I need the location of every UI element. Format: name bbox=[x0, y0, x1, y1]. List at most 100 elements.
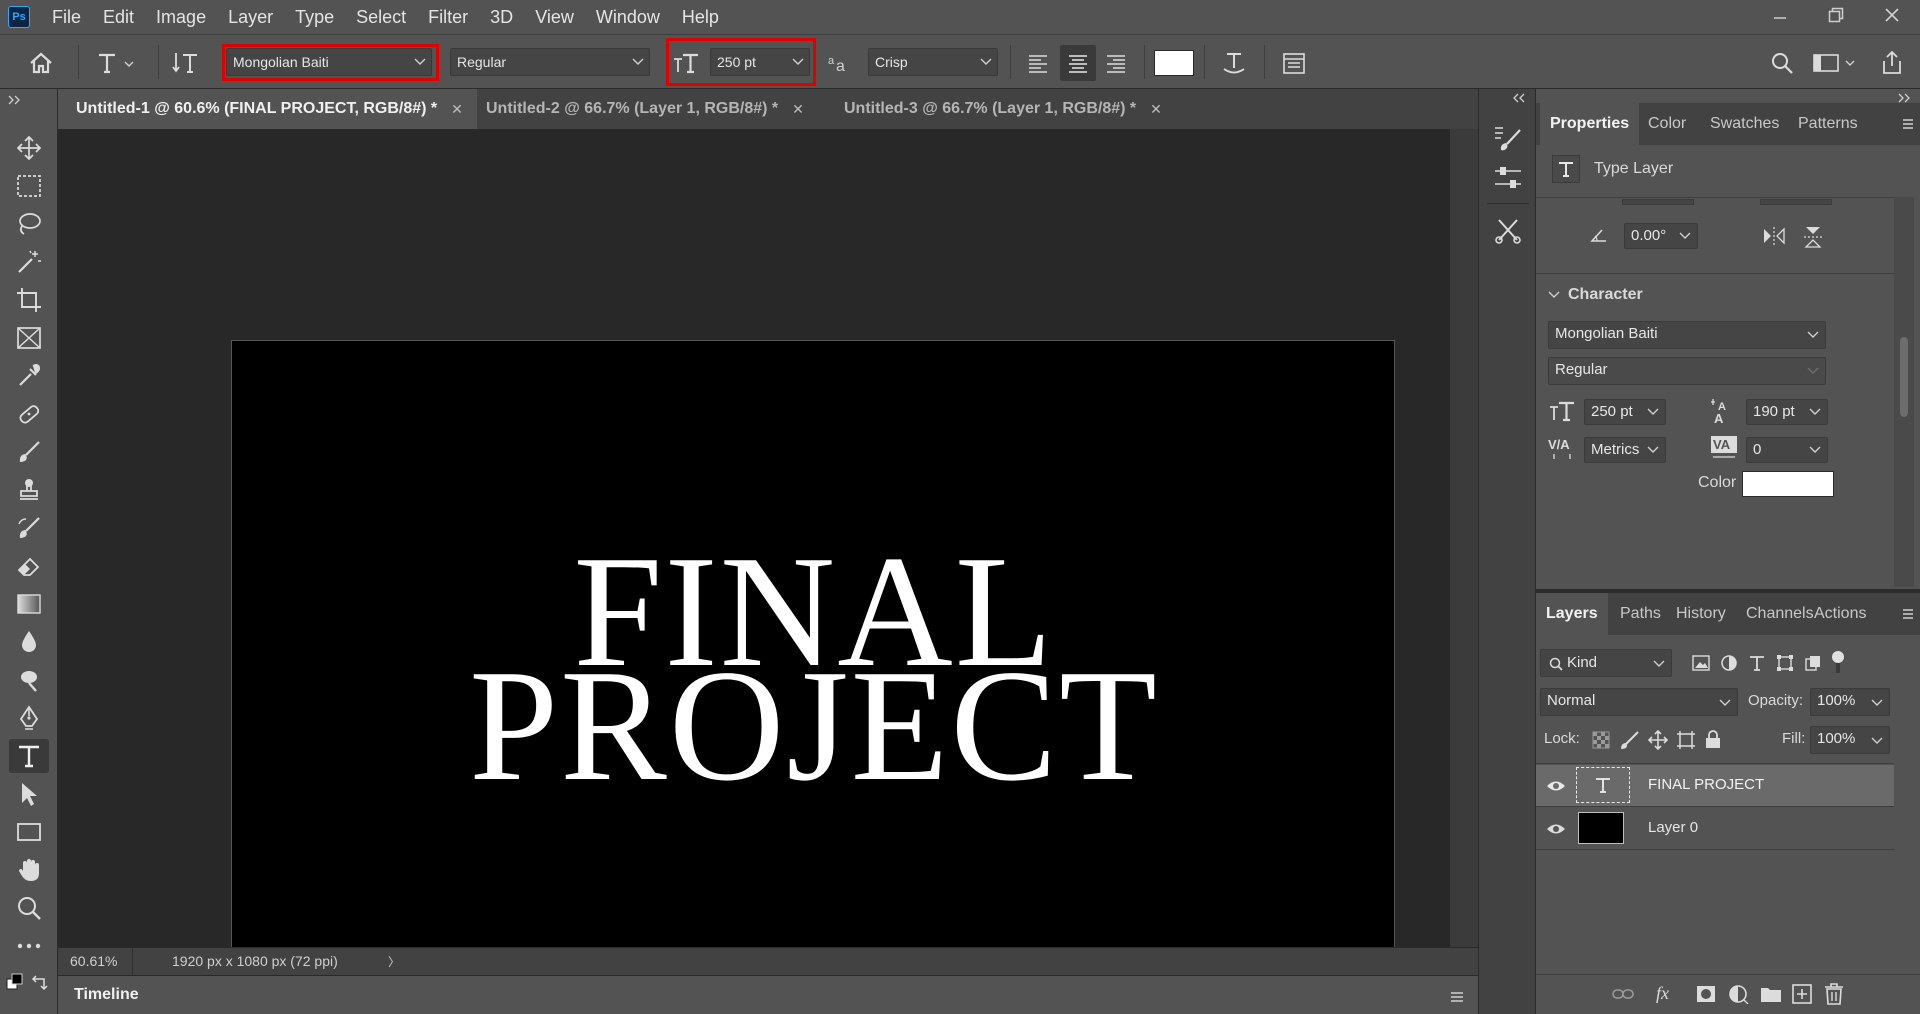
character-color-swatch[interactable] bbox=[1742, 471, 1834, 497]
marquee-tool[interactable] bbox=[9, 169, 49, 203]
menu-view[interactable]: View bbox=[524, 0, 585, 34]
document-canvas[interactable]: FINAL PROJECT bbox=[231, 340, 1395, 994]
lasso-tool[interactable] bbox=[9, 207, 49, 241]
chevron-down-icon[interactable] bbox=[1548, 291, 1560, 299]
tab-patterns[interactable]: Patterns bbox=[1798, 103, 1858, 145]
canvas-workspace[interactable]: FINAL PROJECT bbox=[58, 129, 1450, 994]
brush-tool[interactable] bbox=[9, 435, 49, 469]
lock-image-pixels-icon[interactable] bbox=[1620, 730, 1640, 750]
tab-untitled-3[interactable]: Untitled-3 @ 66.7% (Layer 1, RGB/8#) * ✕ bbox=[826, 89, 1176, 129]
collapse-panel-icon[interactable] bbox=[1513, 93, 1527, 103]
character-font-size-input[interactable]: 250 pt bbox=[1584, 399, 1666, 425]
vertical-scrollbar[interactable] bbox=[1450, 129, 1478, 947]
tab-untitled-1[interactable]: Untitled-1 @ 60.6% (FINAL PROJECT, RGB/8… bbox=[58, 89, 477, 129]
filter-toggle-switch[interactable] bbox=[1832, 651, 1844, 675]
layer-name[interactable]: FINAL PROJECT bbox=[1648, 776, 1764, 793]
flip-horizontal-button[interactable] bbox=[1762, 225, 1786, 247]
leading-input[interactable]: 190 pt bbox=[1746, 399, 1828, 425]
eye-icon[interactable] bbox=[1546, 822, 1566, 836]
new-layer-icon[interactable] bbox=[1792, 984, 1812, 1004]
type-tool[interactable] bbox=[9, 739, 49, 773]
menu-layer[interactable]: Layer bbox=[217, 0, 284, 34]
expand-panel-icon[interactable] bbox=[8, 95, 22, 105]
tab-actions[interactable]: Actions bbox=[1814, 593, 1866, 635]
fill-input[interactable]: 100% bbox=[1810, 726, 1890, 754]
panel-menu-icon[interactable] bbox=[1902, 119, 1914, 129]
eyedropper-tool[interactable] bbox=[9, 359, 49, 393]
align-center-button[interactable] bbox=[1060, 45, 1096, 81]
menu-select[interactable]: Select bbox=[345, 0, 417, 34]
menu-3d[interactable]: 3D bbox=[479, 0, 524, 34]
lock-all-icon[interactable] bbox=[1704, 729, 1722, 749]
menu-filter[interactable]: Filter bbox=[417, 0, 479, 34]
tab-color[interactable]: Color bbox=[1648, 103, 1686, 145]
share-button[interactable] bbox=[1872, 35, 1912, 90]
layer-row[interactable]: Layer 0 bbox=[1536, 808, 1894, 850]
lock-transparent-pixels-icon[interactable] bbox=[1592, 731, 1610, 749]
panel-menu-icon[interactable] bbox=[1450, 992, 1464, 1002]
layer-filter-kind-dropdown[interactable]: Kind bbox=[1540, 649, 1672, 677]
tab-untitled-2[interactable]: Untitled-2 @ 66.7% (Layer 1, RGB/8#) * ✕ bbox=[468, 89, 818, 129]
new-group-icon[interactable] bbox=[1760, 985, 1782, 1003]
character-font-family-dropdown[interactable]: Mongolian Baiti bbox=[1548, 321, 1826, 349]
menu-image[interactable]: Image bbox=[145, 0, 217, 34]
timeline-title[interactable]: Timeline bbox=[74, 986, 139, 1004]
tool-presets-button[interactable] bbox=[1489, 213, 1527, 247]
hand-tool[interactable] bbox=[9, 853, 49, 887]
dodge-tool[interactable] bbox=[9, 663, 49, 697]
menu-window[interactable]: Window bbox=[585, 0, 671, 34]
gradient-tool[interactable] bbox=[9, 587, 49, 621]
move-tool[interactable] bbox=[9, 131, 49, 165]
path-selection-tool[interactable] bbox=[9, 777, 49, 811]
toggle-text-orientation-button[interactable] bbox=[168, 35, 204, 90]
lock-artboard-icon[interactable] bbox=[1676, 730, 1696, 750]
status-menu-arrow[interactable]: 〉 bbox=[388, 953, 400, 970]
search-button[interactable] bbox=[1762, 35, 1802, 90]
filter-shape-icon[interactable] bbox=[1776, 654, 1794, 672]
clone-stamp-tool[interactable] bbox=[9, 473, 49, 507]
tracking-dropdown[interactable]: 0 bbox=[1746, 437, 1828, 463]
home-button[interactable] bbox=[18, 35, 64, 90]
kerning-dropdown[interactable]: Metrics bbox=[1584, 437, 1666, 463]
filter-pixel-icon[interactable] bbox=[1692, 655, 1710, 671]
tab-properties[interactable]: Properties bbox=[1540, 103, 1640, 145]
properties-scrollbar[interactable] bbox=[1894, 197, 1914, 587]
angle-input[interactable]: 0.00° bbox=[1624, 223, 1698, 249]
filter-type-icon[interactable] bbox=[1748, 654, 1766, 672]
align-left-button[interactable] bbox=[1020, 35, 1056, 90]
pen-tool[interactable] bbox=[9, 701, 49, 735]
fx-icon[interactable]: fx bbox=[1656, 983, 1669, 1004]
rectangle-tool[interactable] bbox=[9, 815, 49, 849]
close-tab-icon[interactable]: ✕ bbox=[1150, 101, 1162, 118]
menu-help[interactable]: Help bbox=[671, 0, 730, 34]
zoom-level[interactable]: 60.61% bbox=[70, 953, 117, 969]
minimize-button[interactable] bbox=[1752, 0, 1808, 30]
character-panel-toggle-button[interactable] bbox=[1274, 35, 1314, 90]
restore-button[interactable] bbox=[1808, 0, 1864, 30]
align-right-button[interactable] bbox=[1098, 35, 1134, 90]
tab-channels[interactable]: Channels bbox=[1746, 593, 1814, 635]
filter-adjustment-icon[interactable] bbox=[1720, 654, 1738, 672]
workspace-switcher[interactable] bbox=[1810, 35, 1860, 90]
adjustment-layer-icon[interactable] bbox=[1728, 984, 1750, 1004]
tab-history[interactable]: History bbox=[1676, 593, 1726, 635]
antialias-dropdown[interactable]: Crisp bbox=[868, 48, 998, 76]
frame-tool[interactable] bbox=[9, 321, 49, 355]
panel-menu-icon[interactable] bbox=[1902, 609, 1914, 619]
close-window-button[interactable] bbox=[1864, 0, 1920, 30]
brush-settings-button[interactable] bbox=[1489, 121, 1527, 155]
flip-vertical-button[interactable] bbox=[1802, 225, 1824, 249]
menu-type[interactable]: Type bbox=[284, 0, 345, 34]
tool-preset-picker[interactable] bbox=[88, 35, 144, 90]
font-style-dropdown[interactable]: Regular bbox=[450, 48, 650, 76]
healing-brush-tool[interactable] bbox=[9, 397, 49, 431]
expand-panels-icon[interactable] bbox=[1898, 93, 1912, 103]
menu-edit[interactable]: Edit bbox=[92, 0, 145, 34]
trash-icon[interactable] bbox=[1824, 983, 1844, 1005]
add-mask-icon[interactable] bbox=[1696, 985, 1716, 1003]
eraser-tool[interactable] bbox=[9, 549, 49, 583]
blur-tool[interactable] bbox=[9, 625, 49, 659]
text-color-swatch[interactable] bbox=[1152, 35, 1196, 90]
default-colors-button[interactable] bbox=[6, 973, 26, 993]
history-brush-tool[interactable] bbox=[9, 511, 49, 545]
